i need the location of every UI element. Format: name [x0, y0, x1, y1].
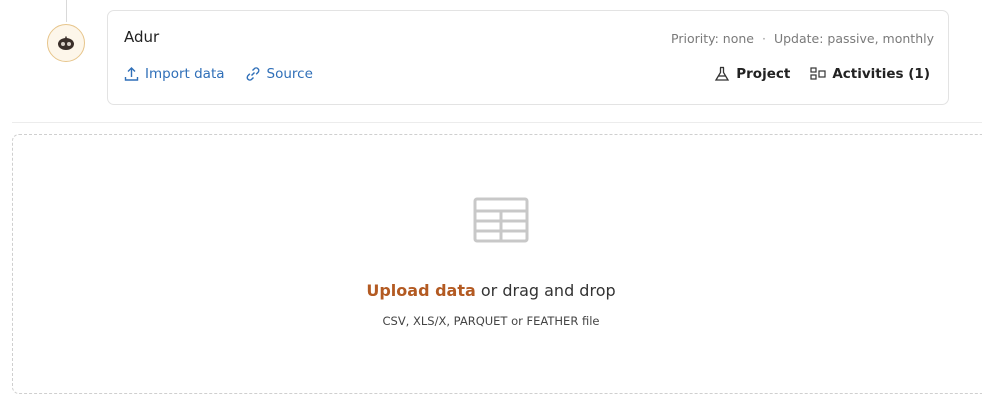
import-data-button[interactable]: Import data	[124, 66, 225, 82]
dataset-header-card: Adur Priority: none · Update: passive, mon…	[107, 10, 949, 105]
robot-icon	[58, 36, 74, 50]
dataset-meta: Priority: none · Update: passive, monthly	[671, 31, 934, 46]
divider	[12, 122, 982, 123]
dataset-title: Adur	[124, 28, 160, 46]
table-icon	[473, 197, 529, 247]
upload-dropzone[interactable]	[12, 134, 982, 394]
project-button[interactable]: Project	[714, 66, 790, 82]
actions-right: Project Activities (1)	[714, 66, 930, 82]
timeline-line	[66, 0, 67, 22]
import-data-label: Import data	[145, 66, 225, 82]
source-label: Source	[266, 66, 313, 82]
actions-left: Import data Source	[124, 66, 313, 82]
upload-icon	[124, 67, 139, 81]
avatar	[47, 24, 85, 62]
link-icon	[246, 67, 259, 81]
activities-icon	[810, 67, 826, 80]
activities-label: Activities (1)	[832, 66, 930, 82]
project-label: Project	[736, 66, 791, 82]
activities-button[interactable]: Activities (1)	[810, 66, 930, 82]
upload-prompt: Upload data or drag and drop	[0, 281, 982, 300]
upload-data-link[interactable]: Upload data	[366, 281, 475, 300]
source-link[interactable]: Source	[245, 66, 313, 82]
priority-text: Priority: none	[671, 31, 754, 46]
drag-drop-text: or drag and drop	[475, 281, 616, 300]
supported-formats: CSV, XLS/X, PARQUET or FEATHER file	[382, 314, 600, 328]
flask-icon	[715, 66, 730, 81]
update-text: Update: passive, monthly	[773, 31, 934, 46]
meta-separator: ·	[761, 31, 766, 46]
